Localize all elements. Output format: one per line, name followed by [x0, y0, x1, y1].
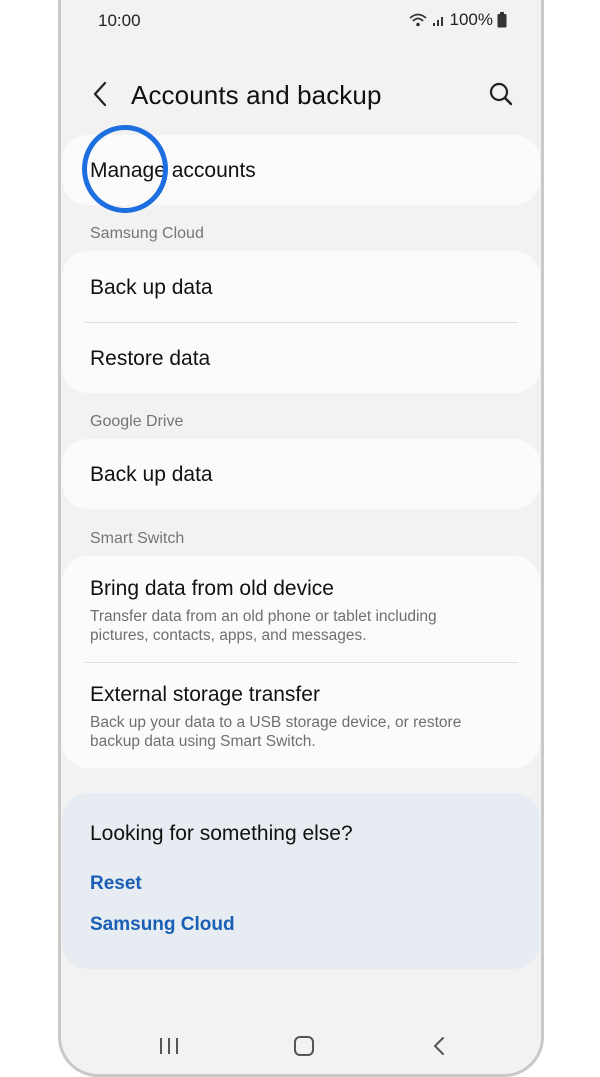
signal-icon — [432, 13, 446, 27]
samsung-restore-label: Restore data — [90, 347, 211, 370]
external-storage-desc-line2: backup data using Smart Switch. — [90, 733, 316, 750]
home-button[interactable] — [284, 1033, 324, 1063]
suggestions-card: Looking for something else? Reset Samsun… — [62, 793, 540, 969]
manage-accounts-label: Manage accounts — [90, 159, 256, 182]
back-nav-button[interactable] — [419, 1033, 459, 1063]
wifi-icon — [408, 12, 428, 28]
samsung-restore-row[interactable]: Restore data — [90, 347, 520, 371]
external-storage-title: External storage transfer — [90, 683, 320, 706]
manage-accounts-row[interactable]: Manage accounts — [90, 159, 520, 183]
page-title: Accounts and backup — [131, 80, 382, 110]
app-header: Accounts and backup — [61, 70, 541, 122]
external-storage-row[interactable]: External storage transfer Back up your d… — [90, 683, 520, 751]
chevron-left-icon — [92, 81, 108, 112]
external-storage-desc-line1: Back up your data to a USB storage devic… — [90, 714, 462, 731]
divider — [84, 322, 518, 323]
battery-percent: 100% — [449, 10, 493, 29]
bring-data-title: Bring data from old device — [90, 577, 334, 600]
status-bar: 10:00 100% — [61, 0, 541, 40]
samsung-cloud-card: Back up data Restore data — [62, 251, 540, 393]
suggestions-title: Looking for something else? — [90, 822, 353, 845]
phone-frame: 10:00 100% Accounts and backup Manage ac… — [58, 0, 544, 1077]
google-backup-row[interactable]: Back up data — [90, 463, 520, 487]
divider — [84, 662, 518, 663]
google-drive-card: Back up data — [62, 439, 540, 509]
bring-data-desc-line1: Transfer data from an old phone or table… — [90, 608, 437, 625]
battery-icon — [497, 12, 507, 28]
navigation-bar — [61, 1025, 541, 1069]
home-icon — [293, 1035, 315, 1062]
section-label-google-drive: Google Drive — [90, 413, 184, 430]
recents-icon — [158, 1036, 180, 1061]
status-icons: 100% — [408, 10, 507, 30]
bring-data-desc-line2: pictures, contacts, apps, and messages. — [90, 627, 367, 644]
smart-switch-card: Bring data from old device Transfer data… — [62, 556, 540, 768]
samsung-backup-row[interactable]: Back up data — [90, 276, 520, 300]
samsung-backup-label: Back up data — [90, 276, 213, 299]
back-button[interactable] — [85, 78, 115, 114]
samsung-cloud-link[interactable]: Samsung Cloud — [90, 914, 235, 936]
external-storage-desc: Back up your data to a USB storage devic… — [90, 713, 520, 751]
bring-data-desc: Transfer data from an old phone or table… — [90, 607, 520, 645]
search-button[interactable] — [485, 80, 517, 112]
recents-button[interactable] — [149, 1033, 189, 1063]
search-icon — [488, 81, 514, 112]
back-icon — [432, 1035, 446, 1062]
bring-data-row[interactable]: Bring data from old device Transfer data… — [90, 577, 520, 645]
google-backup-label: Back up data — [90, 463, 213, 486]
section-label-samsung-cloud: Samsung Cloud — [90, 225, 204, 242]
section-label-smart-switch: Smart Switch — [90, 530, 185, 547]
status-time: 10:00 — [98, 11, 141, 30]
manage-accounts-card[interactable]: Manage accounts — [62, 135, 540, 205]
reset-link[interactable]: Reset — [90, 873, 142, 895]
